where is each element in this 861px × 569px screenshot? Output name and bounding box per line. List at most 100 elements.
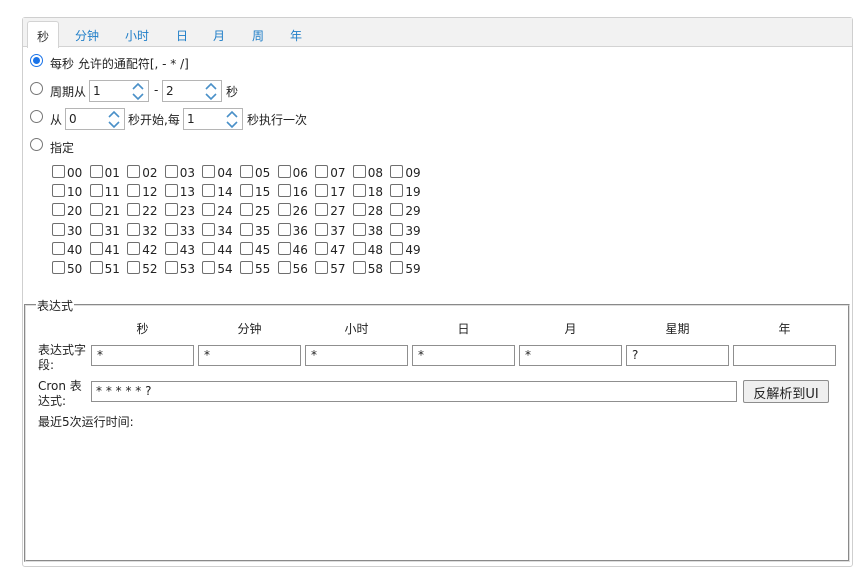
second-checkbox[interactable] [240, 222, 253, 236]
spin-up-icon[interactable] [131, 82, 145, 91]
second-checkbox[interactable] [240, 241, 253, 255]
spin-up-icon[interactable] [225, 110, 239, 119]
second-checkbox[interactable] [277, 222, 291, 236]
tab-month[interactable]: 月 [213, 27, 225, 44]
second-checkbox[interactable] [352, 241, 366, 255]
second-checkbox[interactable] [352, 203, 366, 217]
cycle-from-stepper[interactable]: 1 [89, 80, 149, 102]
second-checkbox-label: 04 [217, 166, 233, 180]
second-checkbox[interactable] [390, 261, 404, 274]
second-checkbox[interactable] [315, 261, 329, 274]
every-second-radio[interactable] [30, 54, 43, 67]
second-checkbox[interactable] [390, 165, 404, 178]
second-checkbox[interactable] [352, 184, 366, 198]
second-checkbox[interactable] [89, 184, 103, 198]
second-checkbox[interactable] [164, 261, 178, 274]
second-checkbox[interactable] [127, 203, 141, 217]
from-every-radio[interactable] [30, 110, 43, 123]
second-checkbox[interactable] [127, 184, 141, 198]
year-field[interactable] [733, 345, 836, 366]
second-checkbox[interactable] [277, 241, 291, 255]
second-checkbox[interactable] [202, 184, 216, 198]
second-checkbox[interactable] [240, 165, 253, 178]
spin-down-icon[interactable] [204, 92, 218, 101]
second-checkbox[interactable] [277, 165, 291, 178]
second-checkbox[interactable] [390, 241, 404, 255]
second-checkbox[interactable] [390, 184, 404, 198]
minute-field[interactable]: * [198, 345, 301, 366]
spin-up-icon[interactable] [107, 110, 121, 119]
second-checkbox[interactable] [164, 241, 178, 255]
second-checkbox-label: 45 [255, 242, 271, 257]
second-checkbox[interactable] [202, 203, 216, 217]
tab-year[interactable]: 年 [290, 27, 302, 44]
parse-to-ui-button[interactable]: 反解析到UI [743, 380, 829, 403]
second-checkbox[interactable] [315, 184, 329, 198]
second-checkbox[interactable] [52, 184, 65, 198]
day-field[interactable]: * [412, 345, 515, 366]
tab-minute[interactable]: 分钟 [75, 27, 99, 44]
second-checkbox[interactable] [52, 241, 65, 255]
spin-up-icon[interactable] [204, 82, 218, 91]
second-checkbox[interactable] [352, 261, 366, 274]
second-checkbox[interactable] [52, 203, 65, 217]
second-checkbox[interactable] [390, 222, 404, 236]
second-checkbox[interactable] [315, 241, 329, 255]
from-step-stepper[interactable]: 1 [183, 108, 243, 130]
second-checkbox[interactable] [89, 222, 103, 236]
tab-hour[interactable]: 小时 [125, 27, 149, 44]
second-checkbox[interactable] [89, 241, 103, 255]
second-checkbox[interactable] [315, 222, 329, 236]
cycle-to-stepper[interactable]: 2 [162, 80, 222, 102]
second-checkbox[interactable] [315, 165, 329, 178]
hour-field[interactable]: * [305, 345, 408, 366]
field-label-line2: 段: [38, 358, 55, 372]
second-checkbox[interactable] [202, 241, 216, 255]
spin-down-icon[interactable] [107, 120, 121, 129]
second-field[interactable]: * [91, 345, 194, 366]
second-checkbox-label: 59 [405, 262, 421, 276]
second-checkbox[interactable] [202, 222, 216, 236]
tab-week[interactable]: 周 [252, 27, 264, 44]
weekday-field[interactable]: ? [626, 345, 729, 366]
second-checkbox[interactable] [89, 203, 103, 217]
second-checkbox[interactable] [240, 184, 253, 198]
spin-down-icon[interactable] [225, 120, 239, 129]
second-checkbox[interactable] [202, 261, 216, 274]
second-checkbox[interactable] [89, 261, 103, 274]
second-checkbox[interactable] [89, 165, 103, 178]
second-checkbox[interactable] [164, 165, 178, 178]
month-field[interactable]: * [519, 345, 622, 366]
cycle-radio[interactable] [30, 82, 43, 95]
second-checkbox[interactable] [277, 184, 291, 198]
second-checkbox[interactable] [315, 203, 329, 217]
second-checkbox[interactable] [127, 261, 141, 274]
second-checkbox[interactable] [240, 261, 253, 274]
second-checkbox-label: 46 [292, 242, 308, 257]
second-checkbox[interactable] [127, 222, 141, 236]
cron-expression-field[interactable]: * * * * * ? [91, 381, 737, 402]
second-checkbox[interactable] [164, 222, 178, 236]
tab-bar: 秒 分钟 小时 日 月 周 年 [23, 18, 852, 48]
second-checkbox[interactable] [390, 203, 404, 217]
second-checkbox[interactable] [352, 165, 366, 178]
second-checkbox[interactable] [127, 165, 141, 178]
second-checkbox-label: 42 [142, 242, 158, 257]
second-checkbox[interactable] [52, 261, 65, 274]
tab-day[interactable]: 日 [176, 27, 188, 44]
second-checkbox[interactable] [164, 203, 178, 217]
second-checkbox-label: 39 [405, 223, 421, 238]
second-checkbox[interactable] [277, 203, 291, 217]
second-checkbox[interactable] [352, 222, 366, 236]
specify-radio[interactable] [30, 138, 43, 151]
spin-down-icon[interactable] [131, 92, 145, 101]
second-checkbox[interactable] [240, 203, 253, 217]
from-start-stepper[interactable]: 0 [65, 108, 125, 130]
tab-second[interactable]: 秒 [27, 21, 60, 48]
second-checkbox[interactable] [202, 165, 216, 178]
second-checkbox[interactable] [127, 241, 141, 255]
second-checkbox[interactable] [52, 222, 65, 236]
second-checkbox[interactable] [277, 261, 291, 274]
second-checkbox[interactable] [164, 184, 178, 198]
second-checkbox[interactable] [52, 165, 65, 178]
